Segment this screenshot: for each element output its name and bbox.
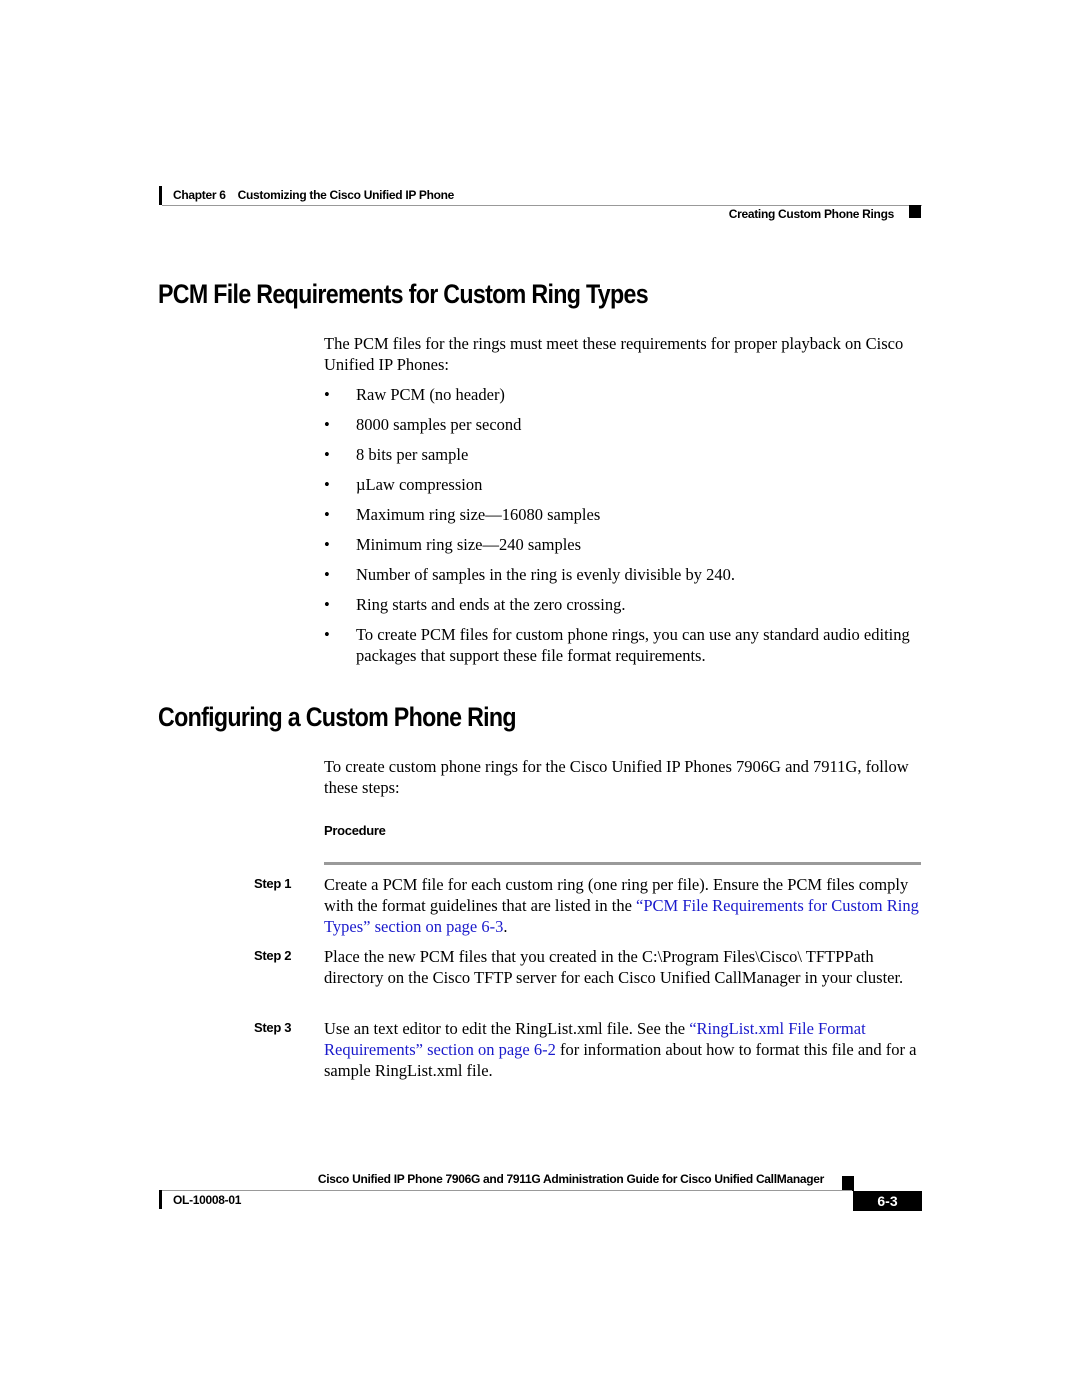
list-item: • Ring starts and ends at the zero crossi… [324,595,626,614]
bullet-icon: • [324,595,330,614]
requirements-list: • Raw PCM (no header) • 8000 samples per s… [324,384,924,675]
bullet-icon: • [324,625,330,644]
step-label: Step 3 [254,1020,292,1035]
list-item: • µLaw compression [324,475,483,494]
chapter-label: Chapter 6 [173,188,226,202]
section-heading-configuring-ring: Configuring a Custom Phone Ring [158,702,517,732]
list-item: • Maximum ring size—16080 samples [324,505,601,524]
footer-guide-title: Cisco Unified IP Phone 7906G and 7911G A… [317,1172,824,1186]
section-heading-pcm-requirements: PCM File Requirements for Custom Ring Ty… [158,279,649,309]
footer-marker-square [842,1176,854,1191]
step-label: Step 2 [254,948,292,963]
bullet-icon: • [324,385,330,404]
footer-rule [162,1190,852,1191]
procedure-rule [324,862,921,865]
step-text: Place the new PCM files that you created… [324,947,904,987]
bullet-icon: • [324,565,330,584]
header-rule [162,205,922,206]
running-header-chapter: Chapter 6 Customizing the Cisco Unified I… [173,188,454,202]
bullet-icon: • [324,475,330,494]
step-text: Use an text editor to edit the RingList.… [324,1019,917,1080]
section1-intro: The PCM files for the rings must meet th… [324,334,904,374]
list-item: • 8 bits per sample [324,445,469,464]
chapter-title: Customizing the Cisco Unified IP Phone [237,188,455,202]
page-number-badge: 6-3 [853,1191,922,1211]
header-marker-square [909,205,921,218]
footer-doc-number: OL-10008-01 [173,1193,242,1207]
list-item: • Raw PCM (no header) [324,385,505,404]
list-item: • Minimum ring size—240 samples [324,535,582,554]
section2-intro: To create custom phone rings for the Cis… [324,757,909,797]
bullet-icon: • [324,535,330,554]
bullet-icon: • [324,445,330,464]
bullet-icon: • [324,505,330,524]
list-item: • 8000 samples per second [324,415,522,434]
footer-left-bar [159,1190,162,1209]
list-item: • To create PCM files for custom phone ri… [324,625,910,665]
step-text: Create a PCM file for each custom ring (… [324,875,919,936]
bullet-icon: • [324,415,330,434]
procedure-label: Procedure [324,823,386,838]
list-item: • Number of samples in the ring is evenly… [324,565,735,584]
running-header-section: Creating Custom Phone Rings [728,207,895,221]
step-label: Step 1 [254,876,292,891]
header-left-bar [159,186,162,205]
